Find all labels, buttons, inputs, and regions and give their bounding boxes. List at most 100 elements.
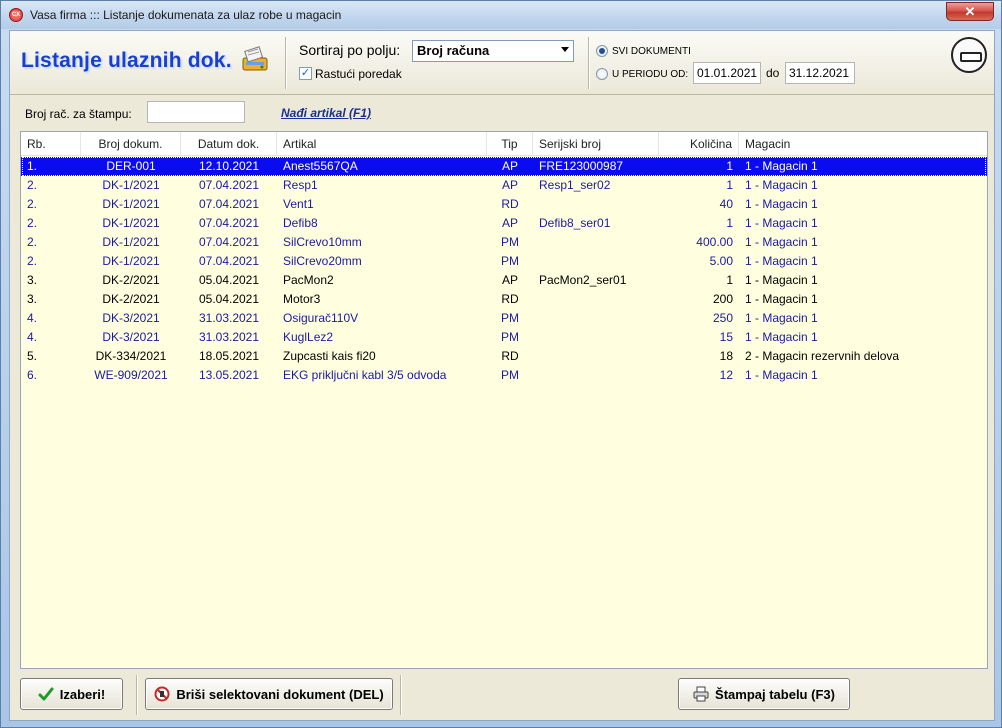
cell-warehouse: 1 - Magacin 1 xyxy=(745,368,818,382)
cell-warehouse: 1 - Magacin 1 xyxy=(745,197,818,211)
col-header-rb[interactable]: Rb. xyxy=(21,132,81,156)
col-header-warehouse[interactable]: Magacin xyxy=(739,132,987,156)
date-from-field[interactable]: 01.01.2021 xyxy=(693,62,761,84)
cell-doc: DK-1/2021 xyxy=(102,235,160,249)
table-row[interactable]: 2. DK-1/2021 07.04.2021 Resp1 AP Resp1_ser02 1… xyxy=(21,176,987,195)
table-row[interactable]: 1. DER-001 12.10.2021 Anest5567QA AP FRE12300… xyxy=(21,157,987,176)
cell-serial xyxy=(533,290,659,309)
col-header-article[interactable]: Artikal xyxy=(277,132,487,156)
select-button-label: Izaberi! xyxy=(59,686,106,702)
table-row[interactable]: 2. DK-1/2021 07.04.2021 SilCrevo20mm PM 5.00 1… xyxy=(21,252,987,271)
cell-type: PM xyxy=(501,311,519,325)
cell-date: 31.03.2021 xyxy=(198,311,260,325)
cell-doc: DK-1/2021 xyxy=(102,178,160,192)
documents-table[interactable]: Rb. Broj dokum. Datum dok. Artikal Tip S… xyxy=(20,131,988,669)
col-header-date[interactable]: Datum dok. xyxy=(181,132,277,156)
table-row[interactable]: 5. DK-334/2021 18.05.2021 Zupcasti kais fi2… xyxy=(21,347,987,366)
table-row[interactable]: 3. DK-2/2021 05.04.2021 Motor3 RD 200 1 - Maga… xyxy=(21,290,987,309)
delete-document-button[interactable]: Briši selektovani dokument (DEL) xyxy=(145,678,393,710)
radio-period[interactable] xyxy=(596,68,608,80)
radio-period-label[interactable]: U PERIODU OD: xyxy=(612,69,688,80)
print-number-input[interactable] xyxy=(147,101,245,123)
cell-quantity: 18 xyxy=(719,349,733,363)
cell-date: 07.04.2021 xyxy=(198,178,260,192)
cell-serial: PacMon2_ser01 xyxy=(539,273,627,287)
cell-warehouse: 1 - Magacin 1 xyxy=(745,254,818,268)
table-row[interactable]: 4. DK-3/2021 31.03.2021 Osigurač110V PM 250 1 … xyxy=(21,309,987,328)
cell-serial: Resp1_ser02 xyxy=(539,178,611,192)
scanner-icon xyxy=(242,46,268,71)
cell-date: 05.04.2021 xyxy=(198,273,260,287)
title-bar[interactable]: CX Vasa firma ::: Listanje dokumenata za… xyxy=(1,1,1001,29)
table-row[interactable]: 2. DK-1/2021 07.04.2021 SilCrevo10mm PM 400.0… xyxy=(21,233,987,252)
col-header-serial[interactable]: Serijski broj xyxy=(533,132,659,156)
cell-serial xyxy=(533,252,659,271)
cell-rb: 2. xyxy=(27,178,38,192)
cell-quantity: 12 xyxy=(719,368,733,382)
cell-article: Resp1 xyxy=(283,178,318,192)
col-header-doc[interactable]: Broj dokum. xyxy=(81,132,181,156)
cell-article: Osigurač110V xyxy=(283,311,359,325)
cell-quantity: 40 xyxy=(719,197,733,211)
delete-icon xyxy=(154,686,170,702)
cell-serial: Defib8_ser01 xyxy=(539,216,611,230)
cell-rb: 2. xyxy=(27,254,38,268)
print-button-label: Štampaj tabelu (F3) xyxy=(715,686,835,702)
cell-quantity: 5.00 xyxy=(709,254,733,268)
print-table-button[interactable]: Štampaj tabelu (F3) xyxy=(678,678,850,710)
app-window: CX Vasa firma ::: Listanje dokumenata za… xyxy=(0,0,1002,728)
cell-quantity: 15 xyxy=(719,330,733,344)
cell-doc: DK-2/2021 xyxy=(102,273,160,287)
ascending-label[interactable]: Rastući poredak xyxy=(315,67,402,81)
col-header-quantity[interactable]: Količina xyxy=(659,132,739,156)
date-to-label: do xyxy=(766,66,780,80)
date-to-field[interactable]: 31.12.2021 xyxy=(785,62,855,84)
cell-doc: DK-1/2021 xyxy=(102,197,160,211)
cell-article: SilCrevo10mm xyxy=(283,235,362,249)
table-row[interactable]: 4. DK-3/2021 31.03.2021 KuglLez2 PM 15 1 - Mag… xyxy=(21,328,987,347)
cell-type: RD xyxy=(501,349,519,363)
close-icon: ✕ xyxy=(964,4,976,19)
table-row[interactable]: 3. DK-2/2021 05.04.2021 PacMon2 AP PacMon2_se… xyxy=(21,271,987,290)
radio-all-documents[interactable] xyxy=(596,45,608,57)
find-item-link[interactable]: Nađi artikal (F1) xyxy=(281,106,371,120)
cell-quantity: 1 xyxy=(726,273,733,287)
cell-serial xyxy=(533,328,659,347)
cell-doc: DK-2/2021 xyxy=(102,292,160,306)
cell-rb: 2. xyxy=(27,197,38,211)
cell-rb: 3. xyxy=(27,273,38,287)
cell-warehouse: 1 - Magacin 1 xyxy=(745,216,818,230)
cell-date: 31.03.2021 xyxy=(198,330,260,344)
select-button[interactable]: Izaberi! xyxy=(20,678,123,710)
cell-quantity: 1 xyxy=(726,216,733,230)
window-title: Vasa firma ::: Listanje dokumenata za ul… xyxy=(30,8,342,22)
table-row[interactable]: 2. DK-1/2021 07.04.2021 Defib8 AP Defib8_ser0… xyxy=(21,214,987,233)
cell-article: PacMon2 xyxy=(283,273,334,287)
delete-button-label: Briši selektovani dokument (DEL) xyxy=(176,686,384,702)
cell-doc: DER-001 xyxy=(106,159,156,173)
table-row[interactable]: 6. WE-909/2021 13.05.2021 EKG priključni ka… xyxy=(21,366,987,385)
exit-button[interactable] xyxy=(951,37,987,73)
chevron-down-icon[interactable] xyxy=(561,47,569,52)
cell-type: PM xyxy=(501,368,519,382)
client-area: Listanje ulaznih dok. Sortiraj po polju:… xyxy=(9,30,995,721)
close-button[interactable]: ✕ xyxy=(946,2,994,21)
cell-type: AP xyxy=(501,273,518,287)
app-logo-icon: CX xyxy=(9,8,23,22)
cell-rb: 4. xyxy=(27,311,38,325)
cell-type: RD xyxy=(501,197,519,211)
cell-warehouse: 1 - Magacin 1 xyxy=(745,159,818,173)
sort-field-value: Broj računa xyxy=(417,43,490,58)
cell-date: 18.05.2021 xyxy=(198,349,260,363)
col-header-type[interactable]: Tip xyxy=(487,132,533,156)
cell-article: Motor3 xyxy=(283,292,321,306)
radio-all-label[interactable]: SVI DOKUMENTI xyxy=(612,46,691,57)
ascending-checkbox[interactable]: ✓ xyxy=(299,67,312,80)
sort-field-select[interactable]: Broj računa xyxy=(412,40,574,62)
table-row[interactable]: 2. DK-1/2021 07.04.2021 Vent1 RD 40 1 - Magaci… xyxy=(21,195,987,214)
cell-quantity: 200 xyxy=(712,292,733,306)
cell-date: 07.04.2021 xyxy=(198,197,260,211)
cell-type: AP xyxy=(501,178,518,192)
cell-type: AP xyxy=(501,159,518,173)
cell-article: Zupcasti kais fi20 xyxy=(283,349,376,363)
